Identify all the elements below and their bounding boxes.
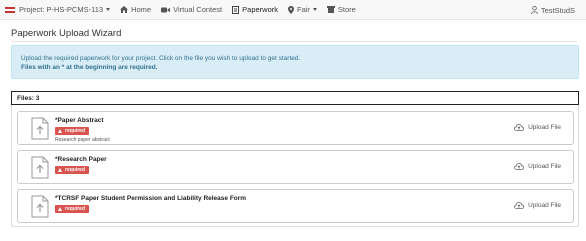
file-row-research-paper[interactable]: *Research Paper required Upload File — [17, 150, 574, 184]
file-name: *Paper Abstract — [55, 117, 104, 124]
file-row-paper-abstract[interactable]: *Paper Abstract required Research paper … — [17, 111, 574, 145]
paperwork-icon — [232, 5, 240, 14]
cloud-upload-icon — [514, 124, 525, 131]
nav-paperwork-label: Paperwork — [242, 5, 278, 14]
nav-virtual-contest-label: Virtual Contest — [173, 5, 223, 14]
nav-virtual-contest[interactable]: Virtual Contest — [156, 0, 227, 20]
nav-fair-dropdown[interactable]: Fair — [283, 0, 322, 20]
warning-icon — [58, 207, 62, 211]
upload-file-label: Upload File — [528, 202, 561, 209]
page-title: Paperwork Upload Wizard — [11, 28, 122, 39]
upload-file-button[interactable]: Upload File — [514, 124, 561, 131]
nav-user-menu[interactable]: TestStudS — [526, 0, 580, 20]
badge-label: required — [65, 128, 86, 134]
cloud-upload-icon — [514, 163, 525, 170]
required-badge: required — [55, 166, 90, 174]
cloud-upload-icon — [514, 202, 525, 209]
required-badge: required — [55, 127, 90, 135]
file-upload-icon — [31, 156, 49, 179]
caret-down-icon — [106, 8, 111, 11]
flag-icon — [5, 6, 15, 13]
nav-home-label: Home — [131, 5, 152, 14]
files-count: Files: 3 — [11, 91, 579, 105]
nav-store[interactable]: Store — [322, 0, 361, 20]
files-panel: Files: 3 *Paper Abstract required Resear… — [11, 91, 579, 227]
nav-home[interactable]: Home — [115, 0, 156, 20]
info-alert: Upload the required paperwork for your p… — [11, 45, 579, 79]
video-icon — [161, 7, 171, 12]
file-description: Research paper abstract — [55, 137, 110, 143]
file-upload-icon — [31, 195, 49, 218]
info-text: Upload the required paperwork for your p… — [21, 55, 301, 62]
nav-project-label: Project: P-HS-PCMS-113 — [19, 5, 104, 14]
upload-file-label: Upload File — [528, 124, 561, 131]
badge-label: required — [65, 167, 86, 173]
nav-project-dropdown[interactable]: Project: P-HS-PCMS-113 — [0, 0, 115, 20]
nav-store-label: Store — [337, 5, 356, 14]
store-icon — [326, 6, 335, 13]
warning-icon — [58, 129, 62, 133]
warning-icon — [58, 168, 62, 172]
badge-label: required — [65, 206, 86, 212]
upload-file-button[interactable]: Upload File — [514, 163, 561, 170]
info-required-note: Files with an * at the beginning are req… — [21, 64, 158, 71]
nav-fair-label: Fair — [297, 5, 310, 14]
user-icon — [530, 6, 538, 14]
nav-paperwork[interactable]: Paperwork — [227, 0, 283, 20]
required-badge: required — [55, 205, 90, 213]
caret-down-icon — [312, 8, 317, 11]
upload-file-button[interactable]: Upload File — [514, 202, 561, 209]
file-row-tcrsf-release-form[interactable]: *TCRSF Paper Student Permission and Liab… — [17, 189, 574, 223]
file-upload-icon — [31, 117, 49, 140]
file-name: *Research Paper — [55, 156, 107, 163]
nav-user-label: TestStudS — [540, 5, 575, 15]
top-navbar: Project: P-HS-PCMS-113 Home Virtual Cont… — [0, 0, 586, 20]
home-icon — [120, 6, 129, 13]
file-name: *TCRSF Paper Student Permission and Liab… — [55, 195, 247, 202]
map-marker-icon — [288, 5, 294, 14]
title-divider — [11, 41, 577, 42]
upload-file-label: Upload File — [528, 163, 561, 170]
